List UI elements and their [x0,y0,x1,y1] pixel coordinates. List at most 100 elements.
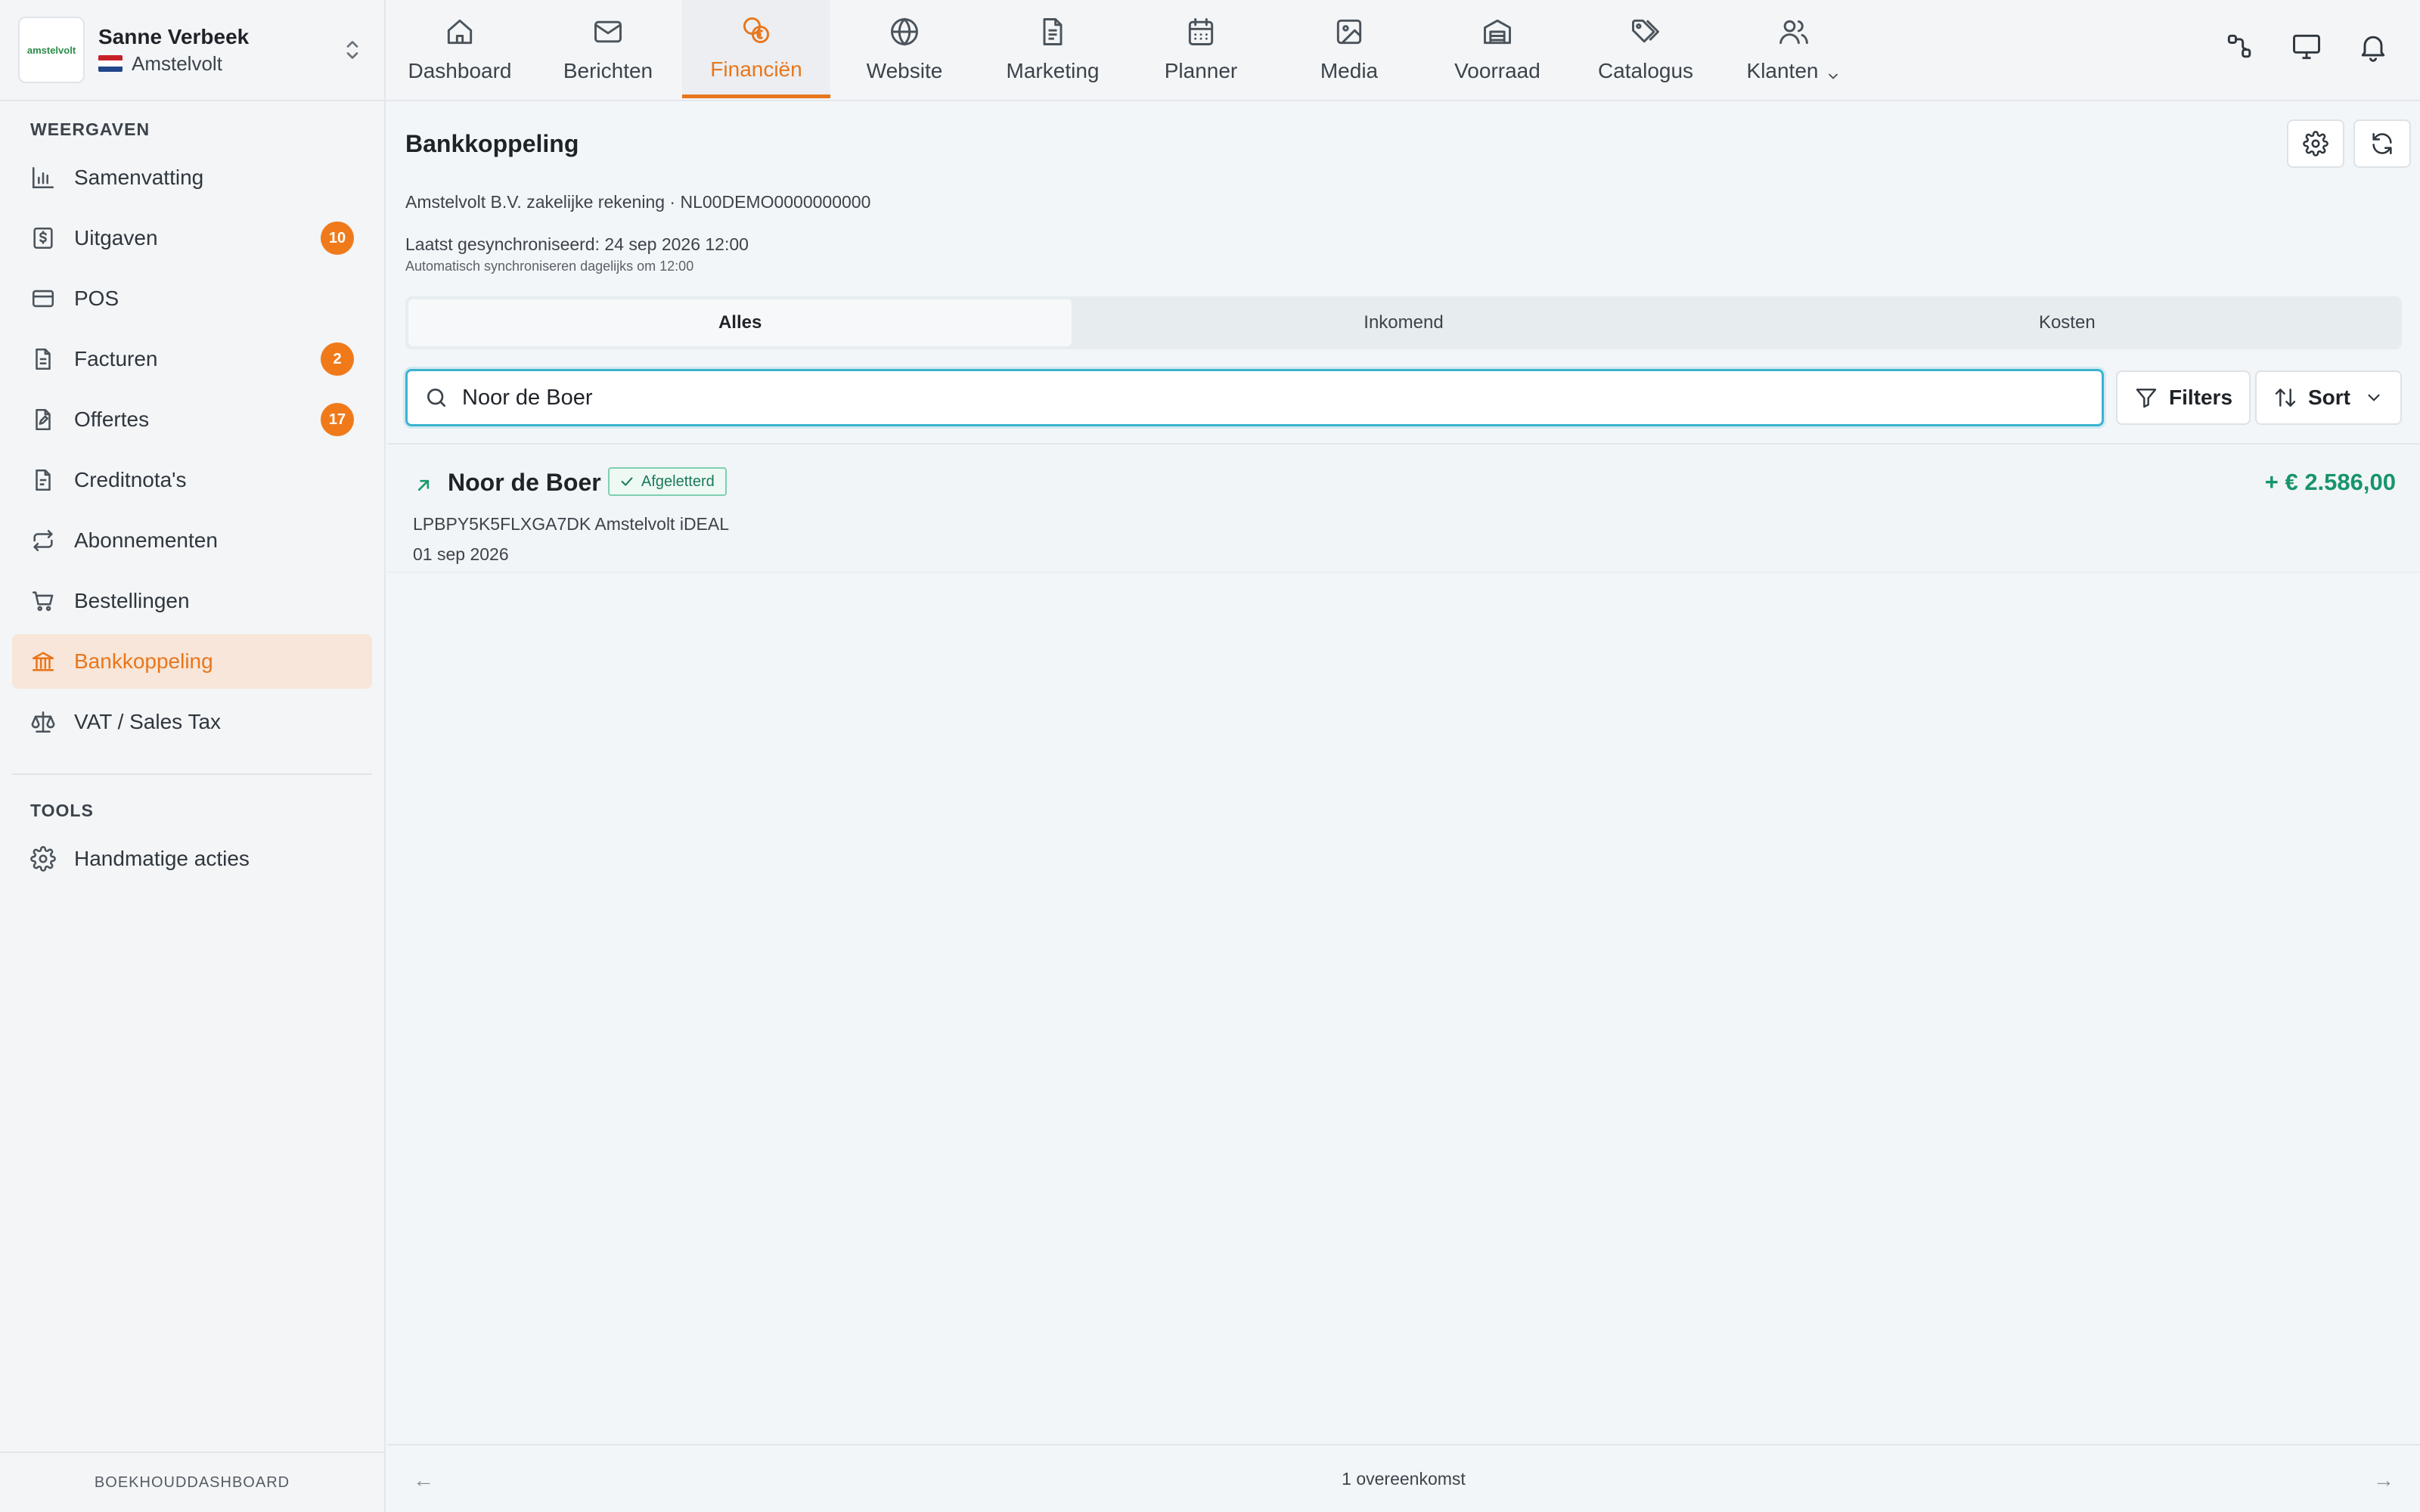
sidebar-item-label: Creditnota's [74,468,187,491]
refresh-button[interactable] [2353,119,2411,168]
filters-label: Filters [2169,386,2233,409]
mail-icon [591,15,625,48]
top-nav-tabs: Dashboard Berichten Financiën Website Ma… [386,0,1868,100]
monitor-icon[interactable] [2290,30,2323,64]
sort-label: Sort [2308,386,2350,409]
card-icon [30,286,56,311]
tab-label: Dashboard [408,59,512,82]
search-input[interactable] [462,385,2085,411]
section-label-tools: TOOLS [30,801,94,820]
link-icon[interactable] [2223,30,2257,64]
sidebar-item-abonnementen[interactable]: Abonnementen [12,513,372,568]
tab-label: Planner [1164,59,1238,82]
filters-button[interactable]: Filters [2116,370,2251,425]
tab-voorraad[interactable]: Voorraad [1423,0,1571,98]
chevron-down-icon [2364,388,2384,407]
section-label-views: WEERGAVEN [30,119,150,139]
transaction-row[interactable]: Noor de Boer Afgeletterd LPBPY5K5FLXGA7D… [387,445,2420,573]
sidebar-item-vat-sales-tax[interactable]: VAT / Sales Tax [12,695,372,749]
image-icon [1333,15,1366,48]
top-right-actions [2223,30,2390,64]
tab-klanten-row: Klanten [1747,59,1841,83]
transaction-date: 01 sep 2026 [413,544,509,564]
tags-icon [1629,15,1662,48]
count-badge: 10 [321,222,354,255]
sidebar-item-label: Bestellingen [74,589,190,612]
transaction-reference: LPBPY5K5FLXGA7DK Amstelvolt iDEAL [413,514,730,534]
status-badge-label: Afgeletterd [641,472,715,490]
status-badge: Afgeletterd [608,467,727,496]
page-title: Bankkoppeling [405,130,579,157]
transaction-type-filter: Alles Inkomend Kosten [405,296,2402,349]
sidebar-item-facturen[interactable]: Facturen 2 [12,332,372,386]
segment-kosten[interactable]: Kosten [1736,299,2399,346]
sidebar-item-handmatige-acties[interactable]: Handmatige acties [12,832,372,886]
document-icon [30,346,56,372]
check-icon [619,473,635,490]
sidebar-item-label: Bankkoppeling [74,649,213,673]
tab-label: Klanten [1746,59,1819,82]
count-badge: 2 [321,342,354,376]
count-badge: 17 [321,403,354,436]
dollar-receipt-icon [30,225,56,251]
sidebar-item-label: Offertes [74,407,150,431]
calendar-icon [1184,15,1218,48]
segment-inkomend[interactable]: Inkomend [1072,299,1735,346]
sidebar-divider [12,773,372,775]
users-icon [1777,15,1810,48]
segment-alles[interactable]: Alles [408,299,1072,346]
match-count: 1 overeenkomst [1342,1468,1466,1489]
sidebar-item-samenvatting[interactable]: Samenvatting [12,150,372,205]
sidebar-item-uitgaven[interactable]: Uitgaven 10 [12,211,372,265]
coins-icon [740,14,773,47]
scale-icon [30,709,56,735]
transaction-name: Noor de Boer [448,469,601,496]
transaction-amount: + € 2.586,00 [2264,469,2396,495]
tab-planner[interactable]: Planner [1127,0,1275,98]
filter-icon [2134,386,2158,410]
main-content: Bankkoppeling Amstelvolt B.V. zakelijke … [387,101,2420,1512]
tab-marketing[interactable]: Marketing [979,0,1127,98]
sidebar-item-bestellingen[interactable]: Bestellingen [12,574,372,628]
sort-button[interactable]: Sort [2255,370,2402,425]
sidebar-item-label: Uitgaven [74,226,158,249]
tab-dashboard[interactable]: Dashboard [386,0,534,98]
sidebar-item-label: Samenvatting [74,166,204,189]
sidebar: amstelvolt Sanne Verbeek Amstelvolt WEER… [0,0,386,1512]
tab-media[interactable]: Media [1275,0,1423,98]
last-sync-text: Laatst gesynchroniseerd: 24 sep 2026 12:… [405,234,749,254]
previous-page-button[interactable]: ← [413,1468,434,1492]
tab-website[interactable]: Website [830,0,979,98]
next-page-button[interactable]: → [2373,1468,2394,1492]
settings-button[interactable] [2287,119,2344,168]
cart-icon [30,588,56,614]
sidebar-item-offertes[interactable]: Offertes 17 [12,392,372,447]
sidebar-item-label: Handmatige acties [74,847,250,870]
sidebar-footer[interactable]: BOEKHOUDDASHBOARD [0,1452,384,1512]
sidebar-item-label: POS [74,287,119,310]
netherlands-flag-icon [98,55,123,72]
sidebar-nav: Samenvatting Uitgaven 10 POS Facturen 2 … [0,150,384,749]
top-nav: Dashboard Berichten Financiën Website Ma… [386,0,2420,101]
chevron-down-icon [1826,65,1841,80]
tab-label: Voorraad [1454,59,1540,82]
document-icon [1036,15,1069,48]
bell-icon[interactable] [2356,30,2390,64]
account-switcher[interactable]: amstelvolt Sanne Verbeek Amstelvolt [0,0,384,101]
globe-icon [888,15,921,48]
search-box[interactable] [405,369,2104,426]
sidebar-item-creditnotas[interactable]: Creditnota's [12,453,372,507]
tab-financien[interactable]: Financiën [682,0,830,98]
tab-catalogus[interactable]: Catalogus [1571,0,1720,98]
tab-label: Financiën [710,57,802,81]
sidebar-item-bankkoppeling[interactable]: Bankkoppeling [12,634,372,689]
tab-label: Website [866,59,943,82]
tab-berichten[interactable]: Berichten [534,0,682,98]
chevron-up-down-icon[interactable] [339,36,366,64]
tab-label: Berichten [563,59,653,82]
document-edit-icon [30,407,56,432]
tab-klanten[interactable]: Klanten [1720,0,1868,98]
sidebar-item-pos[interactable]: POS [12,271,372,326]
refresh-icon [2369,131,2395,156]
auto-sync-text: Automatisch synchroniseren dagelijks om … [405,259,694,274]
